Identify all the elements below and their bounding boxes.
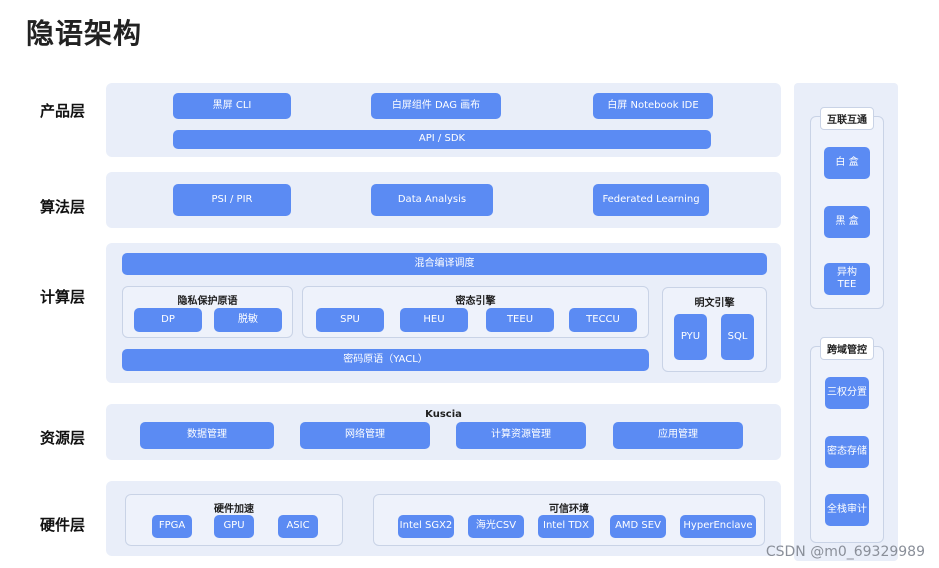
plain-engine-group: 明文引擎 PYU SQL — [662, 287, 767, 372]
interop-title: 互联互通 — [820, 107, 874, 130]
cross-domain-item-cipher-storage[interactable]: 密态存储 — [825, 436, 869, 468]
tee-item-intel-sgx2[interactable]: Intel SGX2 — [398, 515, 454, 538]
interop-item-white-box[interactable]: 白 盒 — [824, 147, 870, 179]
hw-acceleration-title: 硬件加速 — [214, 504, 254, 515]
privacy-primitives-group: 隐私保护原语 DP 脱敏 — [122, 286, 293, 338]
product-layer-band: 黑屏 CLI 白屏组件 DAG 画布 白屏 Notebook IDE API /… — [106, 83, 781, 157]
interop-item-hetero-tee[interactable]: 异构 TEE — [824, 263, 870, 295]
plain-engine-title: 明文引擎 — [694, 298, 735, 309]
interop-group: 互联互通 白 盒 黑 盒 异构 TEE — [810, 107, 884, 309]
cipher-engine-title: 密态引擎 — [455, 296, 496, 307]
resource-kuscia-title: Kuscia — [425, 409, 462, 420]
algorithm-item-data-analysis[interactable]: Data Analysis — [371, 184, 493, 216]
cross-domain-item-separation[interactable]: 三权分置 — [825, 377, 869, 409]
tee-item-hygon-csv[interactable]: 海光CSV — [468, 515, 524, 538]
privacy-primitives-title: 隐私保护原语 — [177, 296, 238, 307]
trusted-env-group: 可信环境 Intel SGX2 海光CSV Intel TDX AMD SEV … — [373, 494, 765, 546]
tee-item-amd-sev[interactable]: AMD SEV — [610, 515, 666, 538]
hw-item-fpga[interactable]: FPGA — [152, 515, 192, 538]
layer-label-product: 产品层 — [40, 102, 86, 120]
tee-item-intel-tdx[interactable]: Intel TDX — [538, 515, 594, 538]
cipher-item-spu[interactable]: SPU — [316, 308, 384, 332]
interop-item-black-box[interactable]: 黑 盒 — [824, 206, 870, 238]
cipher-item-teccu[interactable]: TECCU — [569, 308, 637, 332]
algorithm-item-federated-learning[interactable]: Federated Learning — [593, 184, 709, 216]
hw-item-gpu[interactable]: GPU — [214, 515, 254, 538]
resource-item-network-mgmt[interactable]: 网络管理 — [300, 422, 430, 449]
layer-label-compute: 计算层 — [40, 288, 86, 306]
layer-label-algorithm: 算法层 — [40, 198, 86, 216]
resource-item-app-mgmt[interactable]: 应用管理 — [613, 422, 743, 449]
compute-crypto-yacl[interactable]: 密码原语（YACL） — [122, 349, 649, 371]
hw-item-asic[interactable]: ASIC — [278, 515, 318, 538]
watermark: CSDN @m0_69329989 — [765, 544, 925, 560]
privacy-item-dp[interactable]: DP — [134, 308, 202, 332]
product-api-sdk[interactable]: API / SDK — [173, 130, 711, 149]
product-item-dag-canvas[interactable]: 白屏组件 DAG 画布 — [371, 93, 501, 119]
product-item-notebook-ide[interactable]: 白屏 Notebook IDE — [593, 93, 713, 119]
resource-item-compute-mgmt[interactable]: 计算资源管理 — [456, 422, 586, 449]
plain-item-pyu[interactable]: PYU — [674, 314, 707, 360]
tee-item-hyperenclave[interactable]: HyperEnclave — [680, 515, 756, 538]
cross-domain-item-full-audit[interactable]: 全栈审计 — [825, 494, 869, 526]
cipher-engine-group: 密态引擎 SPU HEU TEEU TECCU — [302, 286, 649, 338]
algorithm-item-psi-pir[interactable]: PSI / PIR — [173, 184, 291, 216]
product-item-cli[interactable]: 黑屏 CLI — [173, 93, 291, 119]
cross-domain-title: 跨域管控 — [820, 337, 874, 360]
hw-acceleration-group: 硬件加速 FPGA GPU ASIC — [125, 494, 343, 546]
compute-scheduler[interactable]: 混合编译调度 — [122, 253, 767, 275]
plain-item-sql[interactable]: SQL — [721, 314, 754, 360]
hardware-layer-band: 硬件加速 FPGA GPU ASIC 可信环境 Intel SGX2 海光CSV… — [106, 481, 781, 556]
layer-label-resource: 资源层 — [40, 429, 86, 447]
resource-item-data-mgmt[interactable]: 数据管理 — [140, 422, 274, 449]
page-title: 隐语架构 — [26, 17, 143, 50]
layer-label-hardware: 硬件层 — [40, 516, 86, 534]
algorithm-layer-band: PSI / PIR Data Analysis Federated Learni… — [106, 172, 781, 228]
cipher-item-heu[interactable]: HEU — [400, 308, 468, 332]
resource-layer-band: Kuscia 数据管理 网络管理 计算资源管理 应用管理 — [106, 404, 781, 460]
trusted-env-title: 可信环境 — [549, 504, 589, 515]
compute-layer-band: 混合编译调度 隐私保护原语 DP 脱敏 密态引擎 SPU HEU TEEU TE… — [106, 243, 781, 383]
privacy-item-desensitization[interactable]: 脱敏 — [214, 308, 282, 332]
cipher-item-teeu[interactable]: TEEU — [486, 308, 554, 332]
side-panel: 互联互通 白 盒 黑 盒 异构 TEE 跨域管控 三权分置 密态存储 全栈审计 — [794, 83, 898, 561]
cross-domain-group: 跨域管控 三权分置 密态存储 全栈审计 — [810, 337, 884, 543]
